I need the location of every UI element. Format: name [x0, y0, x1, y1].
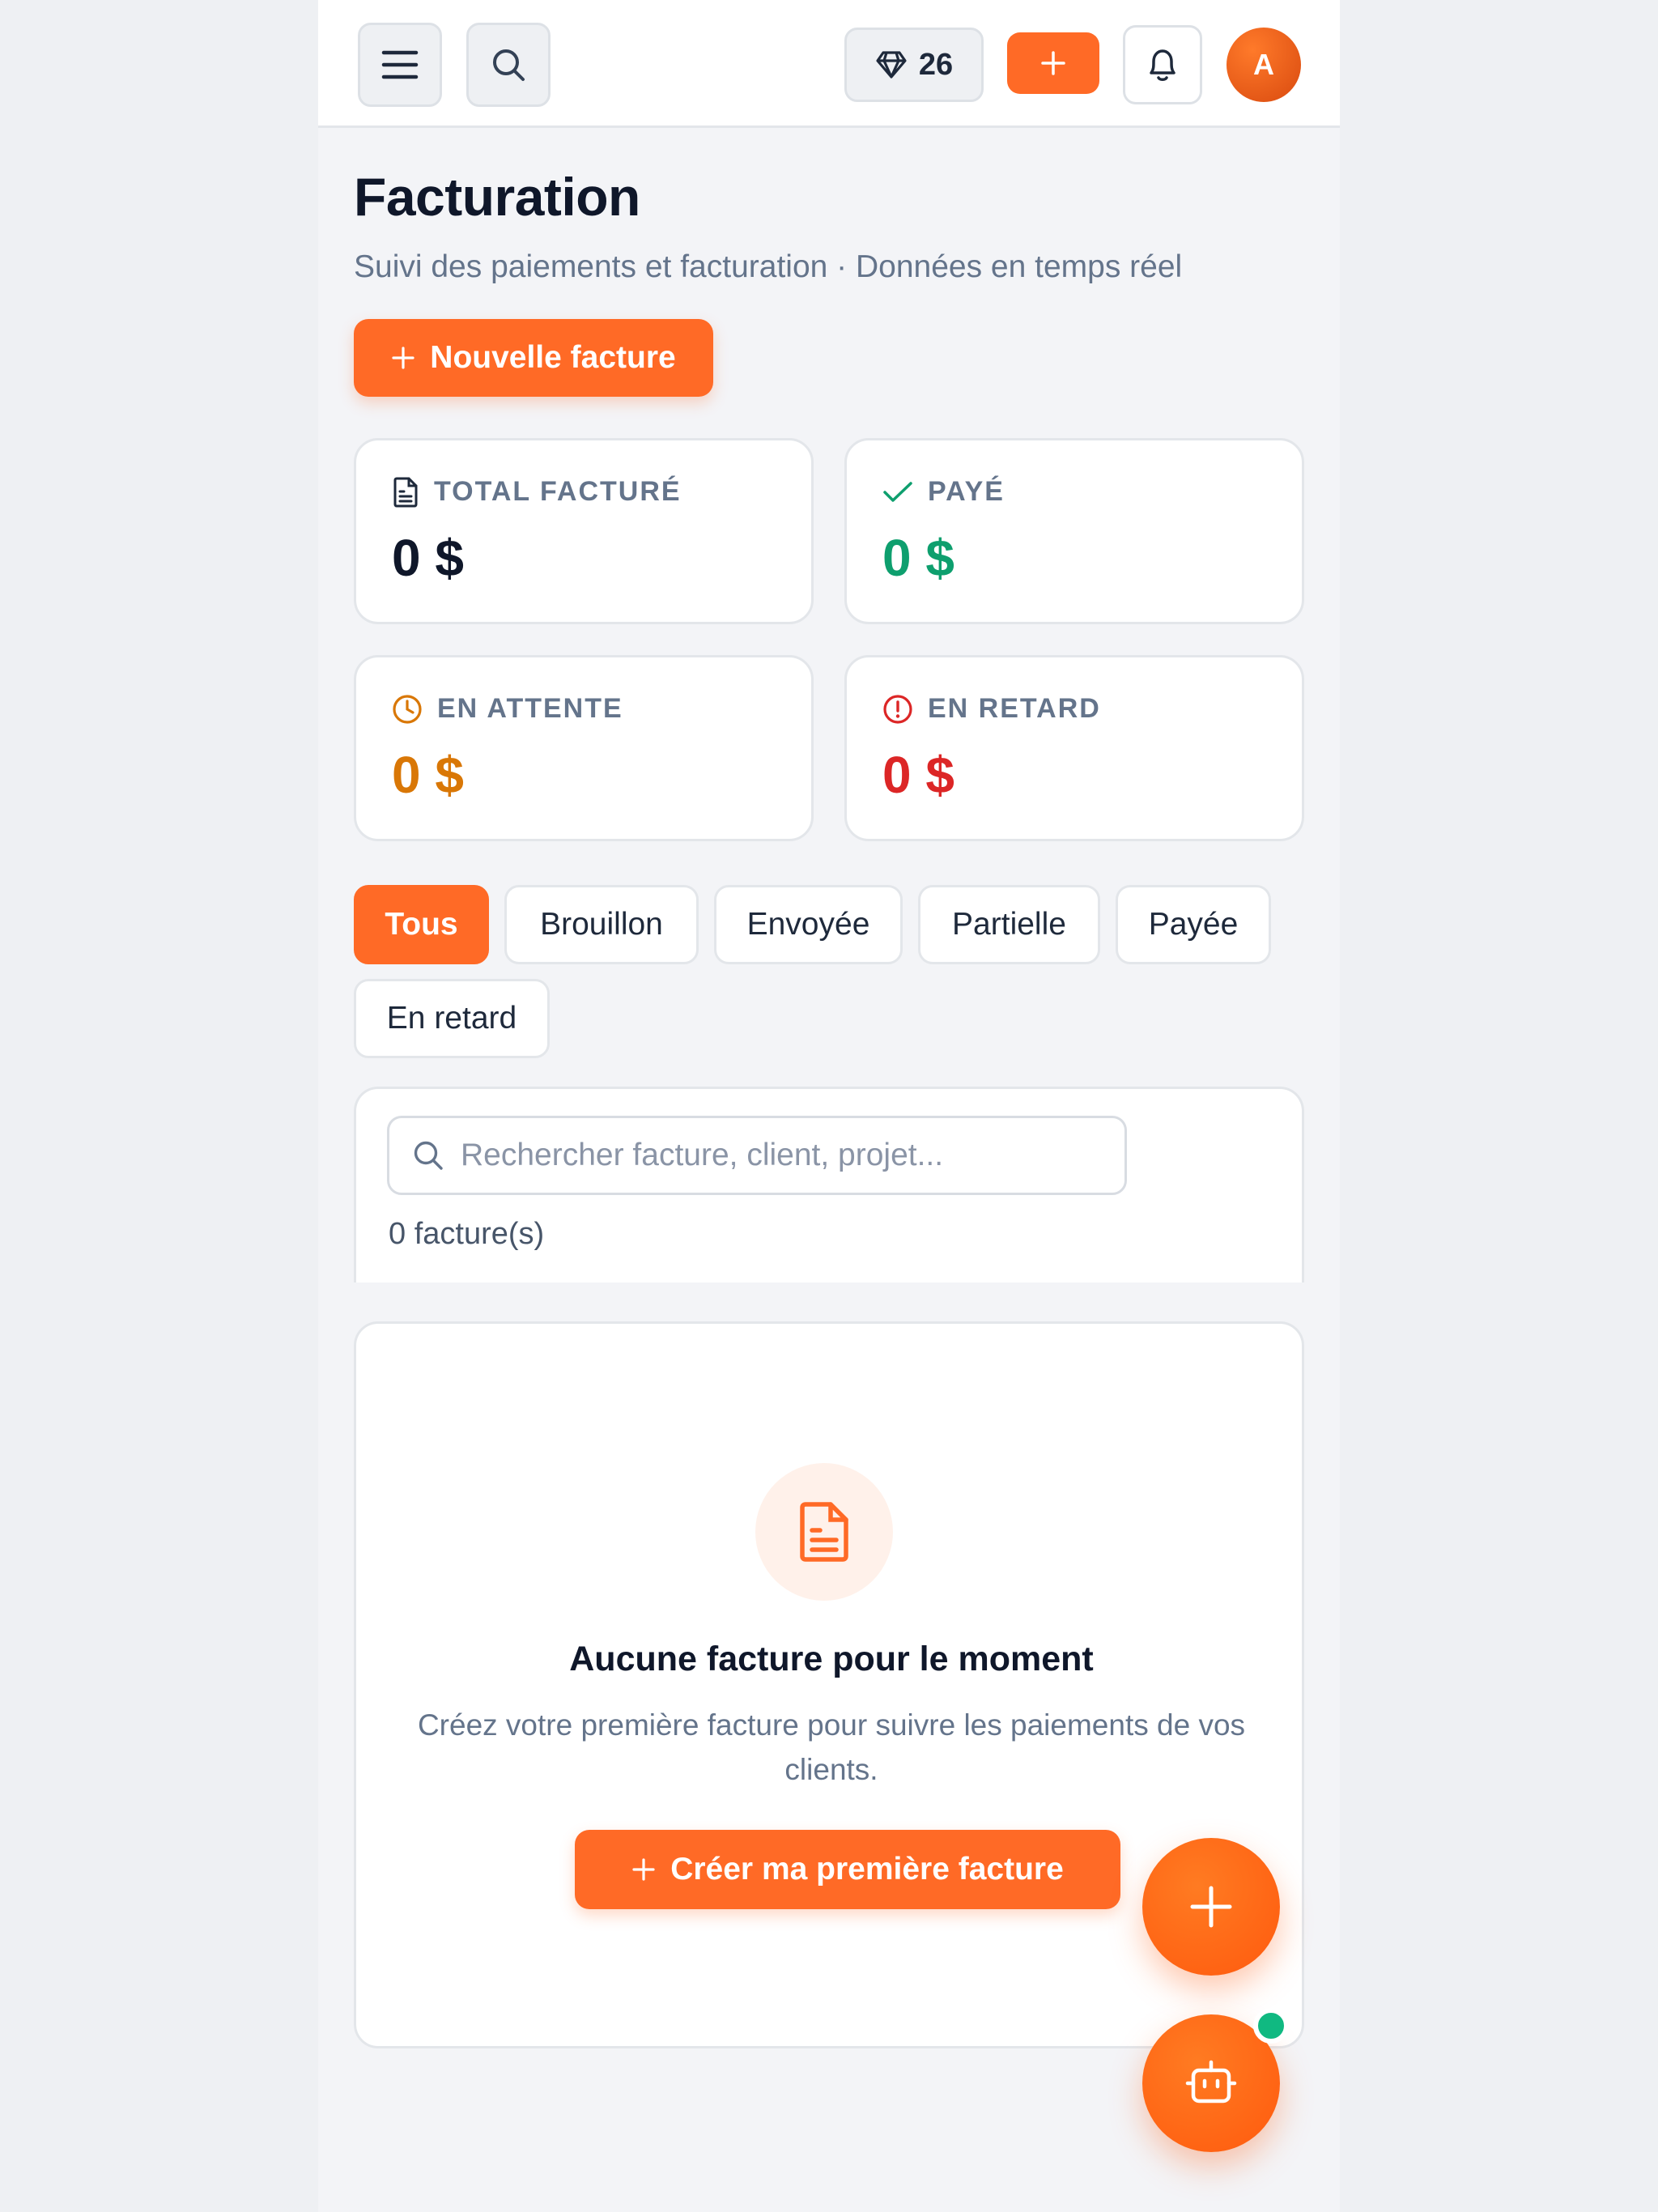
check-icon	[883, 481, 912, 502]
plus-icon	[632, 1858, 655, 1881]
app-container: 26 A Facturation Suivi des paiements et …	[318, 0, 1340, 2212]
stat-value: 0 $	[392, 746, 464, 804]
filter-sent[interactable]: Envoyée	[714, 885, 903, 964]
stat-value: 0 $	[882, 746, 954, 804]
stat-label: EN ATTENTE	[437, 693, 623, 724]
floating-add-button[interactable]	[1142, 1838, 1280, 1976]
plus-icon	[1041, 51, 1065, 75]
stat-label: EN RETARD	[928, 693, 1101, 724]
menu-button[interactable]	[358, 23, 442, 107]
stat-label: TOTAL FACTURÉ	[434, 476, 682, 507]
document-icon	[393, 477, 418, 507]
results-count: 0 facture(s)	[389, 1217, 545, 1251]
empty-state-description: Créez votre première facture pour suivre…	[417, 1708, 1246, 1786]
hamburger-icon	[381, 50, 419, 79]
stat-card-pending: EN ATTENTE 0 $	[354, 655, 814, 841]
stat-value: 0 $	[392, 529, 464, 587]
notifications-button[interactable]	[1123, 25, 1202, 104]
quick-add-button[interactable]	[1007, 32, 1099, 94]
invoice-search-input[interactable]	[461, 1138, 1108, 1173]
empty-state-title: Aucune facture pour le moment	[569, 1640, 1094, 1678]
stat-card-total: TOTAL FACTURÉ 0 $	[354, 438, 814, 624]
plus-icon	[1190, 1886, 1232, 1928]
page-subtitle: Suivi des paiements et facturation · Don…	[354, 249, 1183, 284]
filter-late[interactable]: En retard	[354, 979, 550, 1058]
filter-paid[interactable]: Payée	[1116, 885, 1271, 964]
filter-partial[interactable]: Partielle	[918, 885, 1100, 964]
stat-card-late: EN RETARD 0 $	[844, 655, 1304, 841]
robot-icon	[1185, 2060, 1237, 2104]
stat-value: 0 $	[882, 529, 954, 587]
search-icon	[414, 1141, 443, 1170]
bell-icon	[1150, 49, 1175, 81]
clock-icon	[393, 694, 422, 724]
invoice-search-field[interactable]	[387, 1116, 1127, 1195]
online-status-dot	[1253, 2008, 1289, 2044]
user-avatar[interactable]: A	[1226, 28, 1301, 102]
stat-card-paid: PAYÉ 0 $	[844, 438, 1304, 624]
stat-label: PAYÉ	[928, 476, 1005, 507]
empty-state-icon-wrap	[755, 1463, 893, 1601]
create-first-invoice-label: Créer ma première facture	[670, 1852, 1064, 1887]
filter-draft[interactable]: Brouillon	[504, 885, 699, 964]
gems-count: 26	[918, 47, 954, 82]
search-button[interactable]	[466, 23, 551, 107]
new-invoice-label: Nouvelle facture	[430, 340, 676, 375]
create-first-invoice-button[interactable]: Créer ma première facture	[575, 1830, 1120, 1909]
diamond-icon	[876, 51, 907, 79]
plus-icon	[392, 347, 414, 369]
new-invoice-button[interactable]: Nouvelle facture	[354, 319, 713, 397]
filter-all[interactable]: Tous	[354, 885, 489, 964]
page-title: Facturation	[354, 167, 640, 227]
search-panel: 0 facture(s)	[354, 1087, 1304, 1283]
search-icon	[493, 49, 525, 81]
top-bar: 26 A	[318, 0, 1340, 128]
gems-counter[interactable]: 26	[844, 28, 984, 102]
alert-circle-icon	[883, 694, 912, 724]
document-icon	[800, 1502, 848, 1562]
